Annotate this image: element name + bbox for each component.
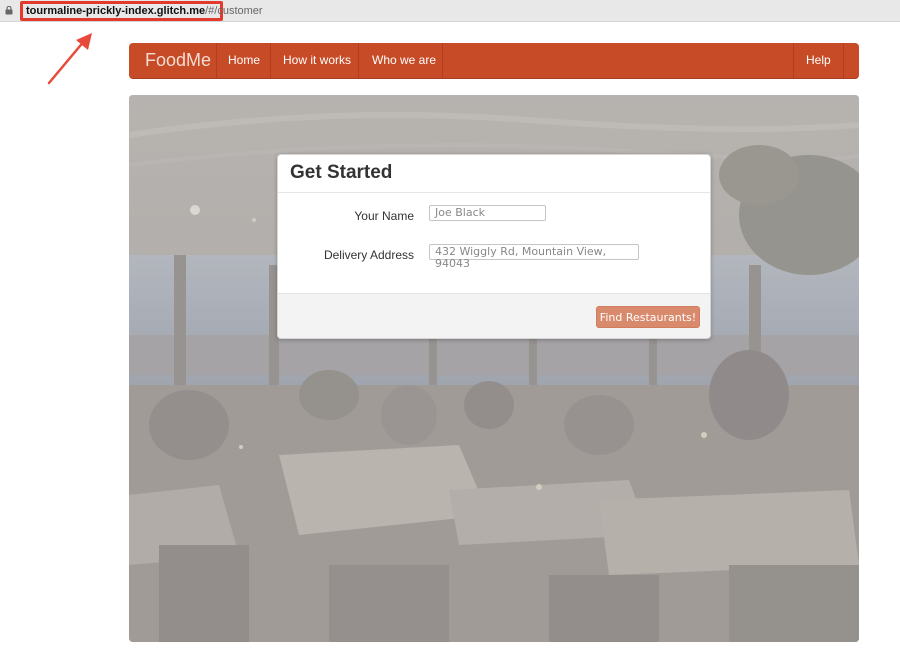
brand-logo[interactable]: FoodMe (145, 43, 211, 79)
panel-footer: Find Restaurants! (278, 293, 710, 338)
browser-address-bar: tourmaline-prickly-index.glitch.me/#/cus… (0, 0, 900, 22)
nav-item-help[interactable]: Help (806, 43, 831, 79)
nav-divider (358, 43, 359, 79)
lock-icon (5, 6, 13, 15)
url-host: tourmaline-prickly-index.glitch.me (26, 5, 206, 17)
nav-item-home[interactable]: Home (228, 43, 260, 79)
nav-divider (216, 43, 217, 79)
nav-divider (793, 43, 794, 79)
delivery-address-input[interactable]: 432 Wiggly Rd, Mountain View, 94043 (429, 244, 639, 270)
nav-item-how-it-works[interactable]: How it works (283, 43, 351, 79)
url-path: /#/customer (205, 5, 263, 17)
name-label: Your Name (354, 209, 414, 223)
panel-title: Get Started (290, 162, 393, 183)
nav-divider (442, 43, 443, 79)
url-field[interactable]: tourmaline-prickly-index.glitch.me/#/cus… (26, 4, 263, 18)
delivery-address-label: Delivery Address (323, 248, 414, 262)
nav-item-who-we-are[interactable]: Who we are (372, 43, 436, 79)
find-restaurants-button[interactable]: Find Restaurants! (596, 306, 700, 328)
get-started-panel: Get Started Your Name Joe Black Delivery… (277, 154, 711, 339)
name-input[interactable]: Joe Black (429, 205, 546, 221)
top-navbar: FoodMe Home How it works Who we are Help (129, 43, 859, 79)
red-arrow-icon (47, 33, 92, 85)
nav-divider (270, 43, 271, 79)
panel-divider (278, 192, 710, 193)
nav-divider (843, 43, 844, 79)
